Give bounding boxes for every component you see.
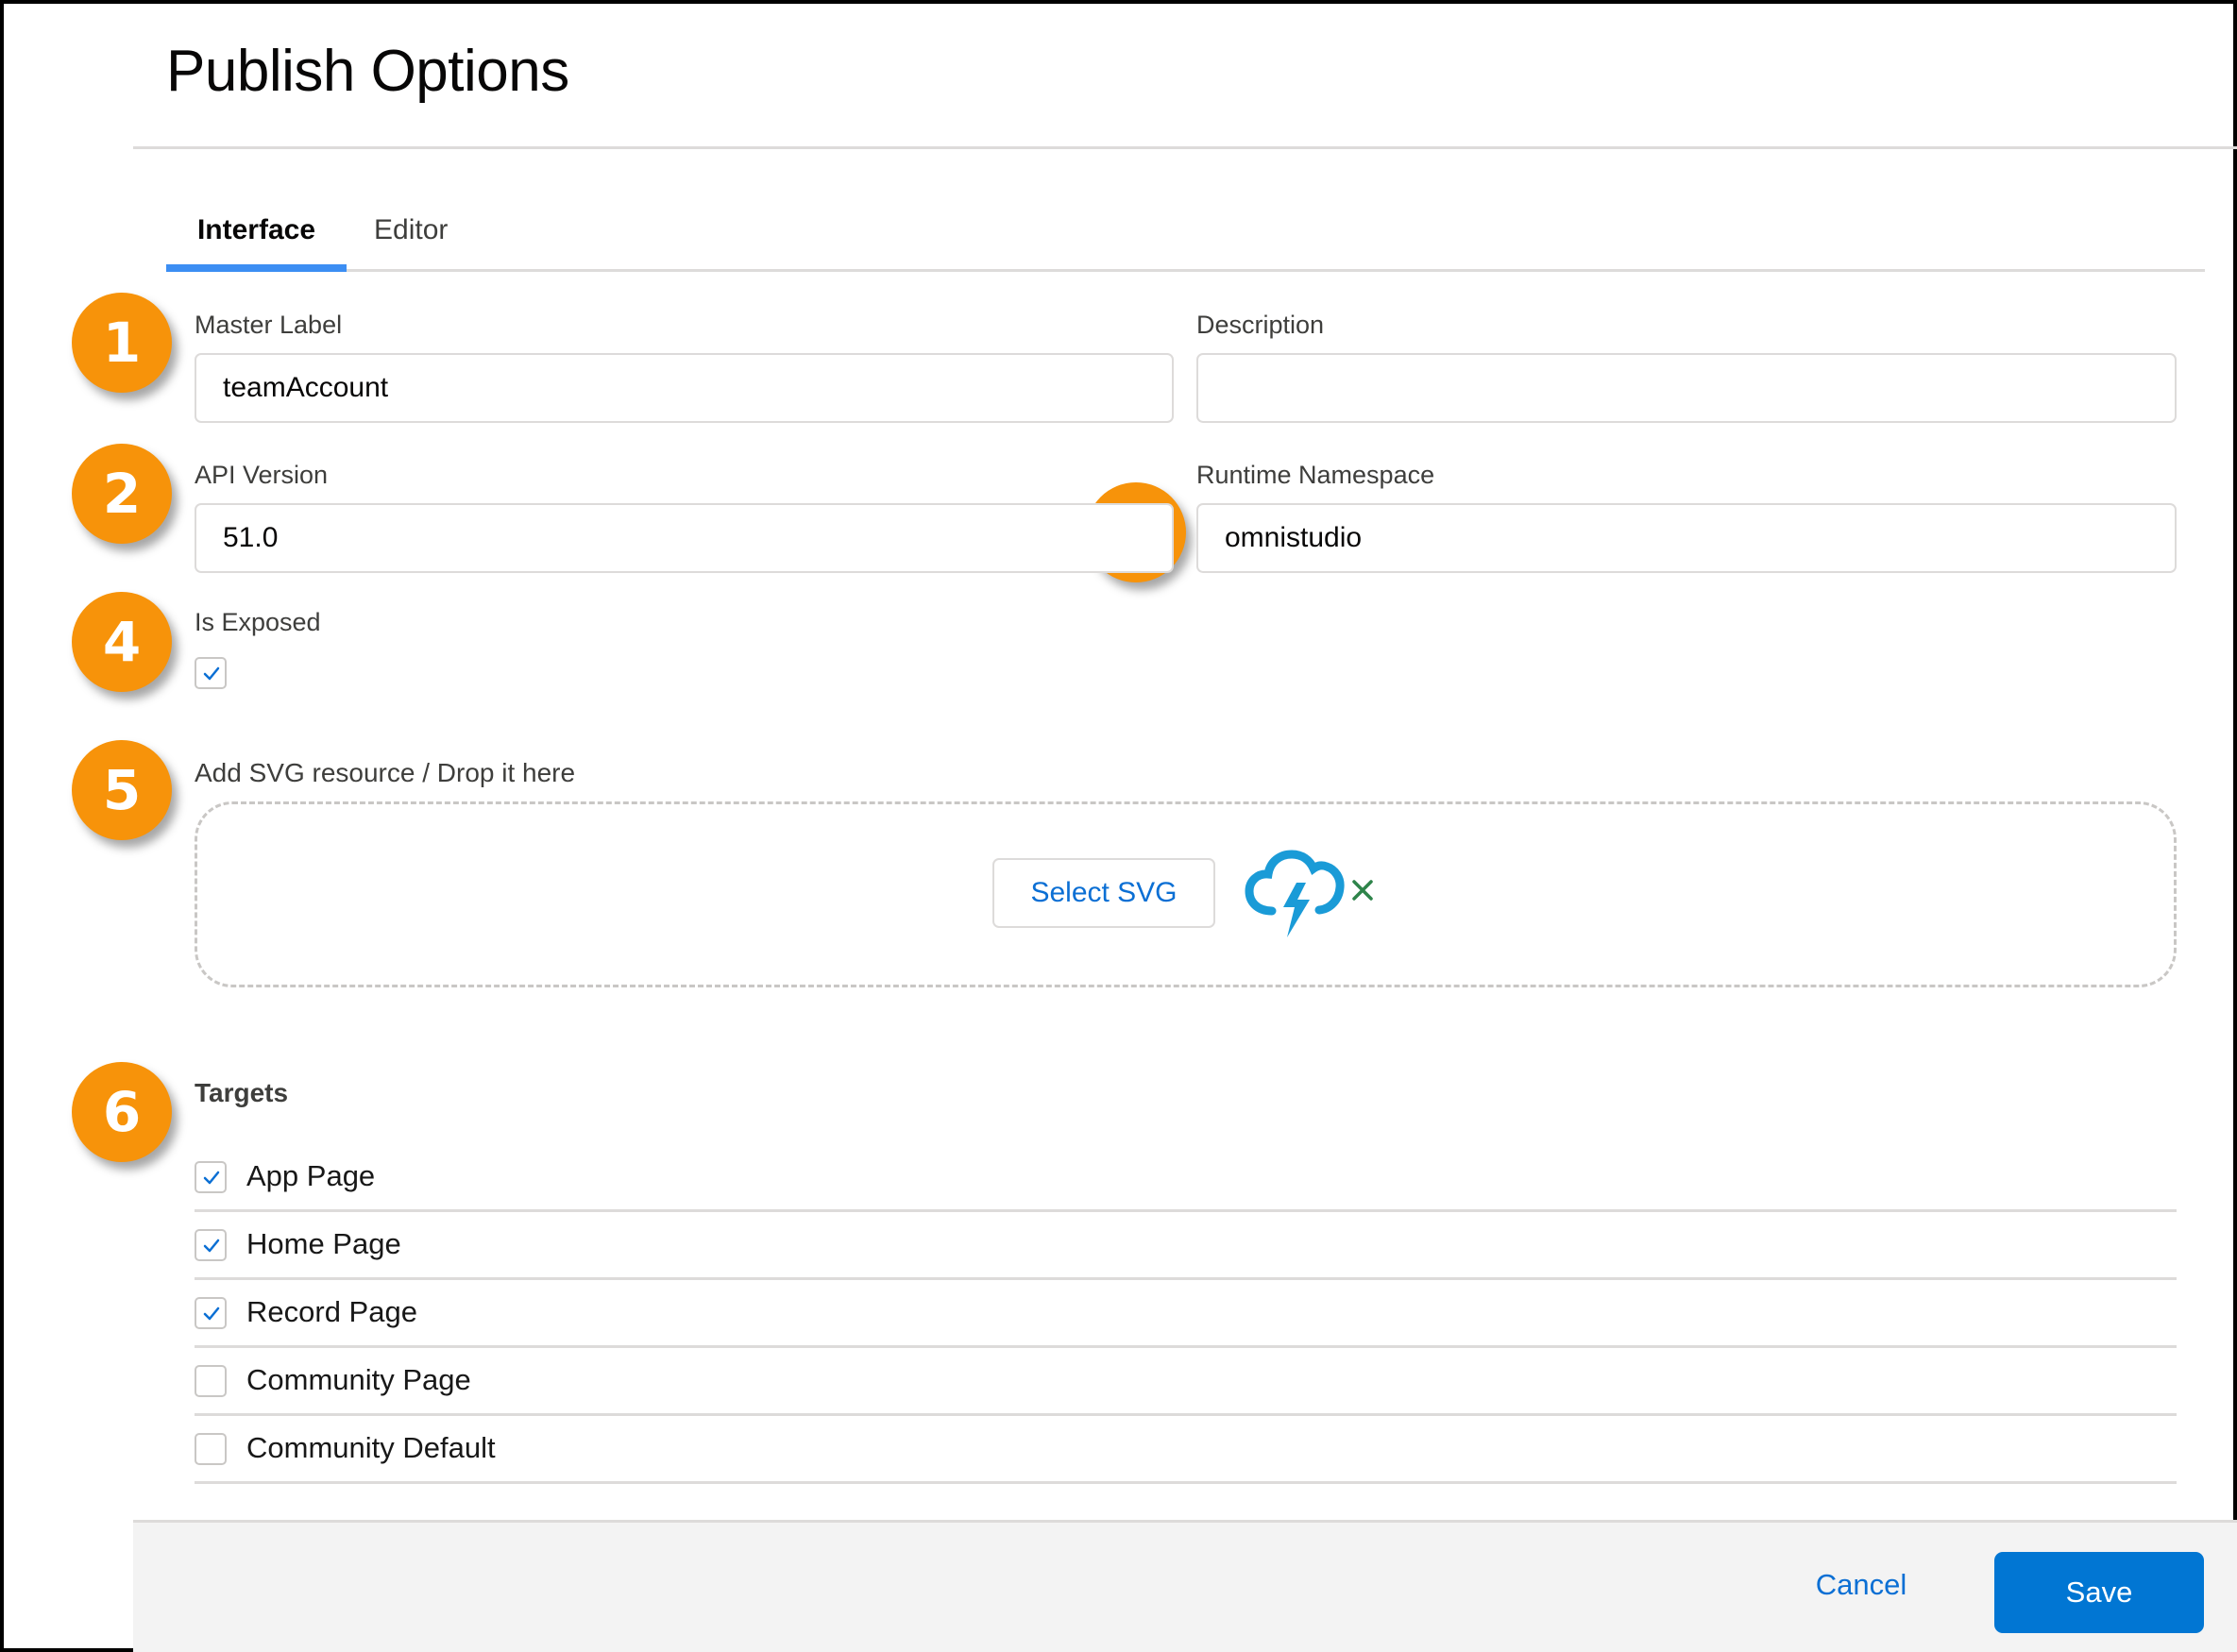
master-label-label: Master Label [195, 311, 342, 340]
header-divider [133, 146, 2237, 149]
runtime-namespace-input[interactable]: omnistudio [1196, 503, 2177, 573]
targets-heading: Targets [195, 1078, 288, 1108]
target-label: Community Default [246, 1431, 496, 1465]
tab-interface[interactable]: Interface [166, 210, 347, 272]
target-row-community-default: Community Default [195, 1416, 2177, 1484]
dialog-footer: Cancel Save [133, 1520, 2237, 1652]
target-row-home-page: Home Page [195, 1212, 2177, 1280]
target-row-record-page: Record Page [195, 1280, 2177, 1348]
cloud-lightning-icon [1244, 847, 1347, 941]
checkmark-icon [202, 1238, 221, 1255]
target-checkbox-home-page[interactable] [195, 1229, 227, 1261]
close-icon[interactable] [1348, 876, 1377, 904]
is-exposed-checkbox[interactable] [195, 657, 227, 689]
checkmark-icon [202, 1306, 221, 1323]
checkmark-icon [202, 666, 221, 683]
tab-bar: Interface Editor [166, 210, 2205, 272]
target-checkbox-community-default[interactable] [195, 1433, 227, 1465]
target-row-community-page: Community Page [195, 1348, 2177, 1416]
cancel-button[interactable]: Cancel [1814, 1557, 1908, 1613]
target-label: App Page [246, 1159, 375, 1193]
target-label: Community Page [246, 1363, 471, 1397]
api-version-label: API Version [195, 461, 328, 490]
api-version-input[interactable]: 51.0 [195, 503, 1174, 573]
checkmark-icon [202, 1170, 221, 1187]
target-checkbox-record-page[interactable] [195, 1297, 227, 1329]
description-label: Description [1196, 311, 1324, 340]
step-badge-2: 2 [72, 444, 172, 544]
step-badge-1: 1 [72, 293, 172, 393]
master-label-input[interactable]: teamAccount [195, 353, 1174, 423]
tab-editor-label: Editor [374, 214, 448, 245]
description-input[interactable] [1196, 353, 2177, 423]
tab-interface-label: Interface [197, 214, 315, 245]
target-label: Home Page [246, 1227, 401, 1261]
target-row-app-page: App Page [195, 1144, 2177, 1212]
step-badge-6: 6 [72, 1062, 172, 1162]
target-checkbox-community-page[interactable] [195, 1365, 227, 1397]
is-exposed-label: Is Exposed [195, 608, 321, 637]
target-label: Record Page [246, 1295, 417, 1329]
tabs-divider [166, 269, 2205, 272]
step-badge-4: 4 [72, 592, 172, 692]
target-checkbox-app-page[interactable] [195, 1161, 227, 1193]
page-title: Publish Options [166, 38, 569, 105]
save-button[interactable]: Save [1994, 1552, 2204, 1633]
svg-resource-label: Add SVG resource / Drop it here [195, 758, 575, 788]
step-badge-5: 5 [72, 740, 172, 840]
active-tab-indicator [166, 264, 347, 272]
runtime-namespace-label: Runtime Namespace [1196, 461, 1434, 490]
select-svg-button[interactable]: Select SVG [992, 858, 1215, 928]
publish-options-dialog: Publish Options Interface Editor 1 2 3 4… [0, 0, 2237, 1652]
tab-editor[interactable]: Editor [374, 210, 448, 272]
